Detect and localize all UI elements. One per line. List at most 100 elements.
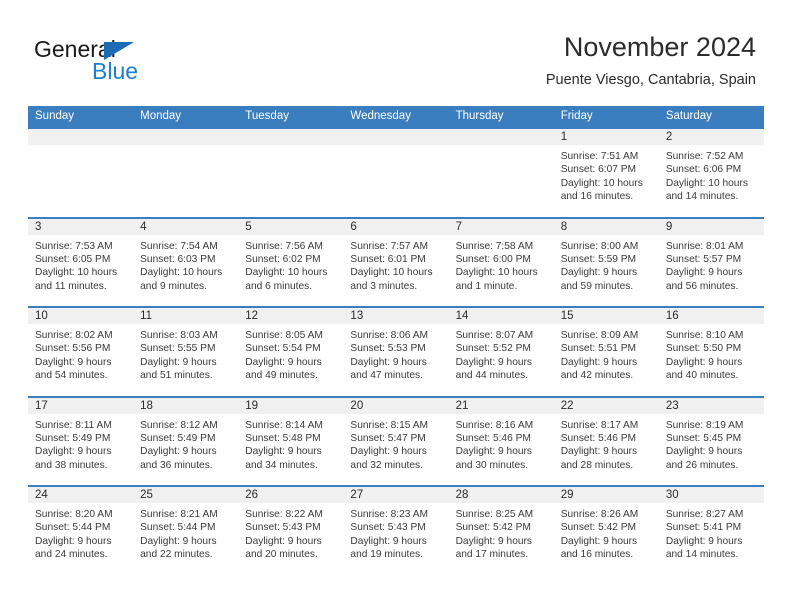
daylight-text-line2: and 44 minutes.	[455, 370, 529, 382]
day-cell[interactable]: 8 Sunrise: 8:00 AM Sunset: 5:59 PM Dayli…	[553, 218, 659, 306]
day-info	[28, 146, 133, 150]
day-cell[interactable]: 25 Sunrise: 8:21 AM Sunset: 5:44 PM Dayl…	[133, 487, 239, 575]
day-cell[interactable]: 19 Sunrise: 8:14 AM Sunset: 5:48 PM Dayl…	[238, 397, 344, 485]
day-cell[interactable]: 12 Sunrise: 8:05 AM Sunset: 5:54 PM Dayl…	[238, 308, 344, 396]
day-cell[interactable]: 10 Sunrise: 8:02 AM Sunset: 5:56 PM Dayl…	[28, 308, 134, 396]
day-number-band: 19	[238, 397, 344, 415]
sunrise-text: Sunrise: 8:20 AM	[35, 509, 113, 520]
day-number-band: 8	[553, 218, 659, 236]
day-info	[343, 146, 448, 150]
day-info: Sunrise: 7:58 AM Sunset: 6:00 PM Dayligh…	[449, 236, 554, 294]
day-number-band: 5	[238, 218, 344, 236]
sunrise-text: Sunrise: 7:51 AM	[560, 151, 639, 162]
daylight-text-line1: Daylight: 10 hours	[350, 267, 433, 279]
day-cell[interactable]: 20 Sunrise: 8:15 AM Sunset: 5:47 PM Dayl…	[343, 397, 449, 485]
day-info: Sunrise: 8:22 AM Sunset: 5:43 PM Dayligh…	[238, 504, 343, 562]
day-number: 5	[245, 220, 252, 233]
daylight-text-line1: Daylight: 9 hours	[560, 446, 638, 458]
day-number-band: 21	[448, 397, 554, 415]
day-cell[interactable]: 7 Sunrise: 7:58 AM Sunset: 6:00 PM Dayli…	[448, 218, 554, 306]
day-number-band: 2	[658, 129, 764, 146]
daylight-text-line2: and 40 minutes.	[665, 370, 739, 382]
day-cell	[448, 129, 554, 217]
day-number: 2	[665, 131, 673, 143]
day-cell[interactable]: 17 Sunrise: 8:11 AM Sunset: 5:49 PM Dayl…	[28, 397, 134, 485]
sunrise-text: Sunrise: 7:54 AM	[140, 240, 218, 252]
day-number-band: 11	[133, 308, 239, 325]
daylight-text-line1: Daylight: 9 hours	[560, 356, 638, 368]
weekday-header-monday: Monday	[140, 110, 182, 122]
day-cell[interactable]: 6 Sunrise: 7:57 AM Sunset: 6:01 PM Dayli…	[343, 218, 449, 306]
day-number: 6	[350, 220, 357, 233]
day-number-band: 30	[658, 487, 764, 504]
week-row: 17 Sunrise: 8:11 AM Sunset: 5:49 PM Dayl…	[28, 395, 764, 485]
day-cell[interactable]: 13 Sunrise: 8:06 AM Sunset: 5:53 PM Dayl…	[343, 308, 449, 396]
day-cell[interactable]: 22 Sunrise: 8:17 AM Sunset: 5:46 PM Dayl…	[553, 397, 659, 485]
sunset-text: Sunset: 5:48 PM	[245, 432, 321, 444]
day-number: 30	[665, 489, 679, 501]
sunset-text: Sunset: 6:03 PM	[140, 253, 216, 265]
day-number: 13	[350, 310, 364, 322]
daylight-text-line1: Daylight: 10 hours	[35, 267, 118, 279]
day-number: 29	[560, 489, 574, 501]
logo-text-blue: Blue	[92, 58, 139, 84]
day-cell[interactable]: 30 Sunrise: 8:27 AM Sunset: 5:41 PM Dayl…	[658, 487, 764, 575]
sunrise-text: Sunrise: 8:01 AM	[665, 240, 744, 252]
sunset-text: Sunset: 5:59 PM	[560, 253, 637, 265]
day-cell[interactable]: 11 Sunrise: 8:03 AM Sunset: 5:55 PM Dayl…	[133, 308, 239, 396]
daylight-text-line1: Daylight: 9 hours	[665, 267, 743, 279]
day-cell[interactable]: 3 Sunrise: 7:53 AM Sunset: 6:05 PM Dayli…	[28, 218, 134, 306]
day-cell[interactable]: 27 Sunrise: 8:23 AM Sunset: 5:43 PM Dayl…	[343, 487, 449, 575]
day-number-band: 26	[238, 487, 344, 504]
day-number: 18	[140, 399, 153, 412]
day-number: 10	[35, 310, 48, 322]
sunset-text: Sunset: 6:07 PM	[560, 164, 637, 176]
day-info	[449, 146, 554, 150]
daylight-text-line2: and 9 minutes.	[140, 280, 207, 292]
day-info: Sunrise: 8:00 AM Sunset: 5:59 PM Dayligh…	[554, 236, 659, 294]
daylight-text-line1: Daylight: 9 hours	[665, 356, 743, 368]
day-cell[interactable]: 4 Sunrise: 7:54 AM Sunset: 6:03 PM Dayli…	[133, 218, 239, 306]
day-cell[interactable]: 28 Sunrise: 8:25 AM Sunset: 5:42 PM Dayl…	[448, 487, 554, 575]
day-cell[interactable]: 2 Sunrise: 7:52 AM Sunset: 6:06 PM Dayli…	[658, 129, 764, 217]
daylight-text-line1: Daylight: 10 hours	[140, 267, 223, 279]
day-cell	[28, 129, 134, 217]
daylight-text-line1: Daylight: 10 hours	[665, 177, 748, 189]
daylight-text-line1: Daylight: 9 hours	[140, 356, 217, 368]
sunset-text: Sunset: 5:42 PM	[455, 522, 531, 534]
sunset-text: Sunset: 5:57 PM	[665, 253, 742, 265]
daylight-text-line2: and 3 minutes.	[350, 280, 418, 292]
day-cell[interactable]: 1 Sunrise: 7:51 AM Sunset: 6:07 PM Dayli…	[553, 129, 659, 217]
day-number: 20	[350, 399, 364, 412]
day-cell[interactable]: 5 Sunrise: 7:56 AM Sunset: 6:02 PM Dayli…	[238, 218, 344, 306]
daylight-text-line2: and 14 minutes.	[665, 549, 739, 561]
day-cell[interactable]: 14 Sunrise: 8:07 AM Sunset: 5:52 PM Dayl…	[448, 308, 554, 396]
day-info: Sunrise: 8:05 AM Sunset: 5:54 PM Dayligh…	[238, 325, 343, 383]
day-cell[interactable]: 23 Sunrise: 8:19 AM Sunset: 5:45 PM Dayl…	[658, 397, 764, 485]
day-cell[interactable]: 9 Sunrise: 8:01 AM Sunset: 5:57 PM Dayli…	[658, 218, 764, 306]
sunset-text: Sunset: 5:53 PM	[350, 343, 426, 355]
day-cell[interactable]: 15 Sunrise: 8:09 AM Sunset: 5:51 PM Dayl…	[553, 308, 659, 396]
daylight-text-line1: Daylight: 9 hours	[665, 446, 743, 458]
day-number-band: 6	[343, 218, 449, 236]
general-blue-logo[interactable]: General Blue	[34, 36, 264, 92]
daylight-text-line1: Daylight: 10 hours	[455, 267, 538, 279]
sunrise-text: Sunrise: 8:02 AM	[35, 330, 113, 341]
day-number: 21	[455, 399, 469, 412]
daylight-text-line1: Daylight: 9 hours	[455, 446, 533, 458]
day-number: 22	[560, 399, 574, 412]
day-cell[interactable]: 16 Sunrise: 8:10 AM Sunset: 5:50 PM Dayl…	[658, 308, 764, 396]
sunrise-text: Sunrise: 8:17 AM	[560, 419, 639, 431]
day-cell[interactable]: 24 Sunrise: 8:20 AM Sunset: 5:44 PM Dayl…	[28, 487, 134, 575]
day-number-band: 27	[343, 487, 449, 504]
day-number-band	[238, 129, 344, 146]
daylight-text-line2: and 36 minutes.	[140, 459, 213, 471]
day-cell[interactable]: 18 Sunrise: 8:12 AM Sunset: 5:49 PM Dayl…	[133, 397, 239, 485]
day-cell[interactable]: 26 Sunrise: 8:22 AM Sunset: 5:43 PM Dayl…	[238, 487, 344, 575]
day-cell[interactable]: 29 Sunrise: 8:26 AM Sunset: 5:42 PM Dayl…	[553, 487, 659, 575]
day-info: Sunrise: 8:07 AM Sunset: 5:52 PM Dayligh…	[449, 325, 554, 383]
day-cell[interactable]: 21 Sunrise: 8:16 AM Sunset: 5:46 PM Dayl…	[448, 397, 554, 485]
calendar-grid: Sunday Monday Tuesday Wednesday Thursday…	[28, 106, 764, 575]
day-number-band: 28	[448, 487, 554, 504]
daylight-text-line1: Daylight: 9 hours	[245, 356, 322, 368]
